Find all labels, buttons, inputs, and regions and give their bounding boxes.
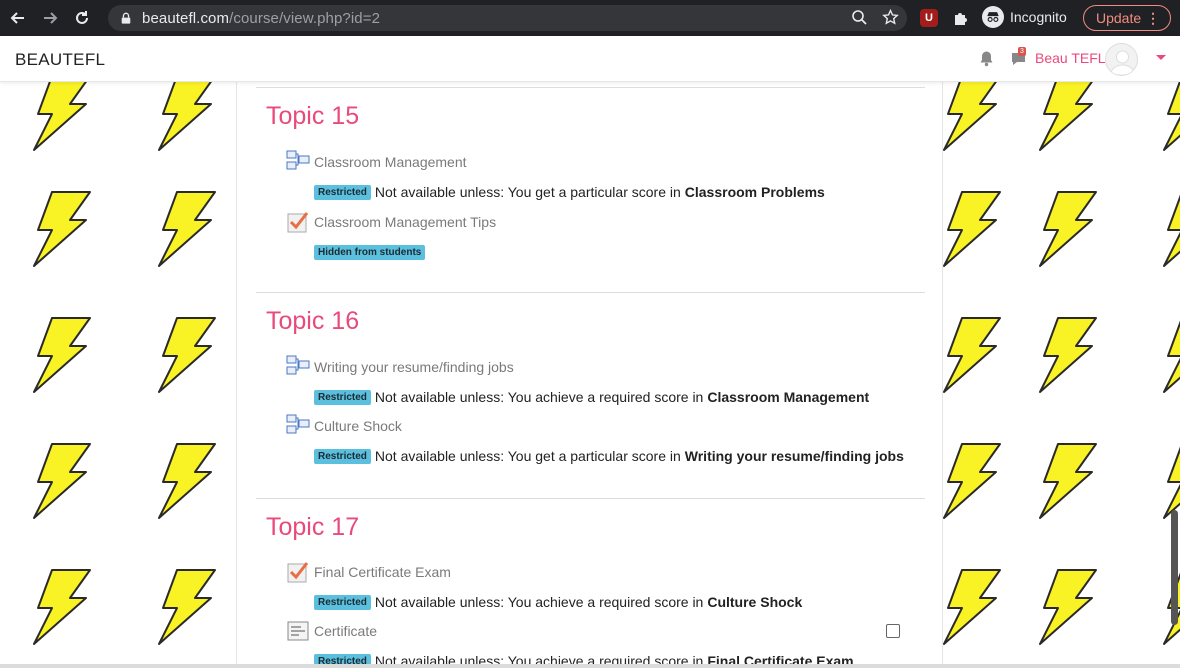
update-button[interactable]: Update ⋮ bbox=[1083, 5, 1171, 31]
lightning-bolt-icon bbox=[158, 317, 216, 393]
activity-name[interactable]: Classroom Management bbox=[314, 154, 467, 170]
address-bar[interactable]: beautefl.com/course/view.php?id=2 bbox=[108, 5, 907, 31]
incognito-label: Incognito bbox=[1010, 9, 1067, 25]
reload-button[interactable] bbox=[68, 4, 96, 32]
back-arrow-icon bbox=[10, 12, 24, 24]
lesson-icon bbox=[286, 355, 310, 379]
completion-checkbox[interactable] bbox=[886, 624, 900, 638]
user-avatar[interactable] bbox=[1105, 43, 1138, 76]
lightning-bolt-icon bbox=[1039, 443, 1097, 519]
lightning-bolt-icon bbox=[943, 82, 997, 151]
ublock-extension-icon[interactable]: U bbox=[920, 9, 938, 27]
user-menu-name[interactable]: Beau TEFL bbox=[1035, 50, 1106, 66]
lightning-bolt-icon bbox=[33, 82, 87, 151]
topic-title[interactable]: Topic 17 bbox=[266, 513, 359, 542]
activity-item[interactable]: Final Certificate Exam bbox=[286, 561, 451, 583]
topic-title[interactable]: Topic 16 bbox=[266, 307, 359, 336]
lightning-bolt-icon bbox=[943, 317, 1001, 393]
url-text: beautefl.com/course/view.php?id=2 bbox=[142, 9, 381, 27]
restricted-badge: Restricted bbox=[314, 594, 371, 610]
notification-bell-icon[interactable] bbox=[978, 50, 995, 67]
scrollbar-thumb[interactable] bbox=[1171, 510, 1178, 625]
certificate-icon bbox=[286, 619, 310, 643]
topic-section: Topic 17 Final Certificate Exam Restrict… bbox=[256, 498, 925, 668]
lightning-bolt-icon bbox=[158, 82, 212, 151]
lightning-bolt-icon bbox=[1039, 82, 1093, 151]
incognito-icon bbox=[982, 6, 1004, 28]
activity-name[interactable]: Classroom Management Tips bbox=[314, 214, 496, 230]
restriction-target: Writing your resume/finding jobs bbox=[684, 448, 904, 464]
restriction-target: Classroom Management bbox=[707, 389, 870, 405]
messages-count-badge: 3 bbox=[1018, 47, 1026, 56]
restricted-badge: Restricted bbox=[314, 184, 371, 200]
restricted-badge: Restricted bbox=[314, 389, 371, 405]
activity-item[interactable]: Certificate bbox=[286, 620, 377, 642]
lightning-bolt-icon bbox=[943, 443, 1001, 519]
restriction-info: Restricted Not available unless: You ach… bbox=[314, 593, 802, 611]
update-label: Update bbox=[1096, 10, 1142, 26]
restriction-target: Culture Shock bbox=[707, 594, 803, 610]
more-menu-icon[interactable]: ⋮ bbox=[1146, 11, 1160, 25]
lightning-bolt-icon bbox=[1039, 317, 1097, 393]
activity-item[interactable]: Classroom Management bbox=[286, 150, 467, 174]
restriction-info: Restricted Not available unless: You get… bbox=[314, 447, 904, 465]
lightning-bolt-icon bbox=[33, 317, 91, 393]
topic-title[interactable]: Topic 15 bbox=[266, 102, 359, 131]
lock-icon bbox=[120, 11, 134, 25]
activity-name[interactable]: Culture Shock bbox=[314, 418, 402, 434]
lightning-bolt-icon bbox=[158, 443, 216, 519]
lightning-bolt-icon bbox=[943, 191, 1001, 267]
activity-name[interactable]: Final Certificate Exam bbox=[314, 564, 451, 580]
zoom-icon[interactable] bbox=[851, 9, 868, 26]
topic-section: Topic 16 Writing your resume/finding job… bbox=[256, 292, 925, 498]
lightning-bolt-icon bbox=[33, 443, 91, 519]
quiz-icon bbox=[286, 210, 310, 234]
reload-icon bbox=[76, 11, 88, 24]
lightning-bolt-icon bbox=[158, 569, 216, 645]
window-bottom-edge bbox=[0, 664, 1180, 668]
restriction-info: Restricted Not available unless: You get… bbox=[314, 183, 825, 201]
restriction-target: Classroom Problems bbox=[684, 184, 825, 200]
activity-name[interactable]: Writing your resume/finding jobs bbox=[314, 359, 514, 375]
visibility-info: Hidden from students bbox=[314, 243, 429, 261]
activity-item[interactable]: Writing your resume/finding jobs bbox=[286, 355, 514, 379]
activity-item[interactable]: Classroom Management Tips bbox=[286, 211, 496, 233]
activity-name[interactable]: Certificate bbox=[314, 623, 377, 639]
course-content: Topic 15 Classroom Management Restricted… bbox=[236, 82, 943, 668]
restriction-text: Not available unless: You achieve a requ… bbox=[374, 389, 704, 405]
extensions-puzzle-icon[interactable] bbox=[952, 9, 970, 27]
restricted-badge: Restricted bbox=[314, 448, 371, 464]
quiz-icon bbox=[286, 560, 310, 584]
restriction-text: Not available unless: You get a particul… bbox=[374, 448, 681, 464]
hidden-badge: Hidden from students bbox=[314, 244, 426, 260]
lightning-bolt-icon bbox=[943, 569, 1001, 645]
lightning-bolt-icon bbox=[33, 191, 91, 267]
lightning-bolt-icon bbox=[33, 569, 91, 645]
back-button[interactable] bbox=[4, 4, 32, 32]
lesson-icon bbox=[286, 150, 310, 174]
restriction-info: Restricted Not available unless: You ach… bbox=[314, 388, 869, 406]
bookmark-star-icon[interactable] bbox=[882, 9, 899, 26]
forward-button[interactable] bbox=[36, 4, 64, 32]
incognito-indicator[interactable]: Incognito bbox=[982, 6, 1067, 28]
site-brand[interactable]: BEAUTEFL bbox=[15, 50, 105, 70]
restriction-text: Not available unless: You get a particul… bbox=[374, 184, 681, 200]
lightning-bolt-icon bbox=[158, 191, 216, 267]
forward-arrow-icon bbox=[44, 12, 58, 24]
topic-section: Topic 15 Classroom Management Restricted… bbox=[256, 87, 925, 293]
restriction-text: Not available unless: You achieve a requ… bbox=[374, 594, 704, 610]
site-navbar: BEAUTEFL 3 Beau TEFL bbox=[0, 36, 1180, 82]
lightning-bolt-icon bbox=[1039, 191, 1097, 267]
lesson-icon bbox=[286, 414, 310, 438]
lightning-bolt-icon bbox=[1039, 569, 1097, 645]
user-menu-caret-icon[interactable] bbox=[1156, 55, 1166, 60]
activity-item[interactable]: Culture Shock bbox=[286, 414, 402, 438]
browser-toolbar: beautefl.com/course/view.php?id=2 U Inco… bbox=[0, 0, 1180, 36]
